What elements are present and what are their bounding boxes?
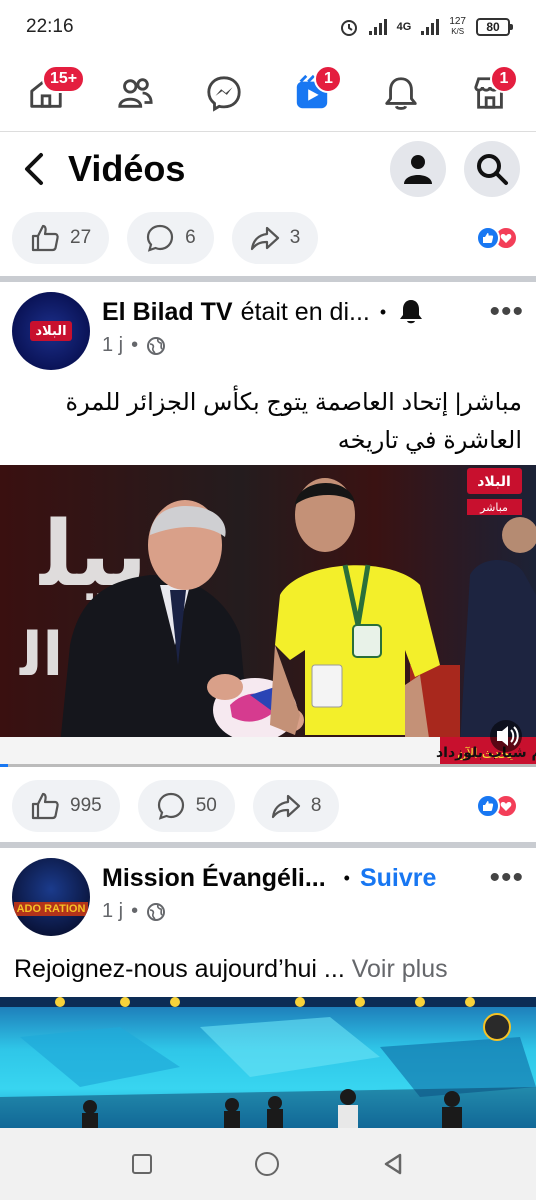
see-more-link[interactable]: Voir plus bbox=[352, 955, 448, 983]
messenger-icon bbox=[206, 75, 241, 112]
mission-avatar[interactable]: ADO RATION bbox=[12, 858, 90, 936]
separator-dot: • bbox=[131, 900, 139, 922]
friends-icon bbox=[118, 77, 153, 108]
globe-icon bbox=[147, 336, 166, 355]
like-reaction-icon bbox=[476, 226, 500, 250]
post-divider bbox=[0, 842, 536, 848]
post1-author[interactable]: El Bilad TV bbox=[102, 298, 233, 327]
post1-text-line2: العاشرة في تاريخه bbox=[337, 427, 522, 454]
separator-dot: • bbox=[343, 867, 350, 888]
bell-icon bbox=[385, 76, 417, 110]
network-type: 4G bbox=[396, 21, 412, 33]
like-count: 27 bbox=[70, 227, 92, 248]
post2-text: Rejoignez-nous aujourd’hui ... Voir plus bbox=[0, 950, 536, 988]
home-button[interactable] bbox=[254, 1152, 279, 1176]
status-bar: 22:16 4G 127 K/S 80 bbox=[0, 0, 536, 54]
recent-apps-button[interactable] bbox=[131, 1154, 152, 1174]
elbilad-avatar[interactable]: البلاد bbox=[12, 292, 90, 370]
post2-header: ADO RATION Mission Évangéli... • Suivre … bbox=[0, 858, 536, 936]
share-icon bbox=[271, 794, 300, 819]
post1-video[interactable]: ﺑﻴﻠ ﻊ ﺍﻟ البلاد مباشر يح bbox=[0, 465, 536, 767]
elbilad-logo: البلاد bbox=[30, 321, 72, 341]
post1-more-button[interactable]: ••• bbox=[489, 295, 524, 329]
search-button[interactable] bbox=[464, 141, 520, 197]
share-button[interactable]: 8 bbox=[252, 780, 340, 832]
comment-icon bbox=[147, 224, 174, 252]
like-button[interactable]: 995 bbox=[12, 780, 120, 832]
home-badge: 15+ bbox=[42, 64, 86, 93]
signal-icon bbox=[368, 19, 387, 35]
like-button[interactable]: 27 bbox=[12, 212, 110, 264]
page-title: Vidéos bbox=[68, 148, 186, 189]
post1-header: البلاد El Bilad TV était en di... • ••• … bbox=[0, 292, 536, 370]
top-navigation: 15+ 1 1 bbox=[0, 54, 536, 132]
back-button[interactable] bbox=[16, 147, 52, 191]
post2-video[interactable] bbox=[0, 997, 536, 1128]
comment-icon bbox=[157, 792, 184, 820]
nav-notifications[interactable] bbox=[379, 71, 423, 115]
reaction-summary[interactable] bbox=[476, 226, 518, 250]
post2-more-button[interactable]: ••• bbox=[489, 861, 524, 895]
post1-time: 1 j bbox=[102, 334, 124, 356]
share-button[interactable]: 3 bbox=[231, 212, 319, 264]
reaction-summary[interactable] bbox=[476, 794, 518, 818]
follow-button[interactable]: Suivre bbox=[360, 864, 436, 893]
nav-friends[interactable] bbox=[113, 71, 157, 115]
video-badge: 1 bbox=[314, 64, 343, 93]
post1-reaction-row: 995 50 8 bbox=[0, 778, 536, 834]
post2-author[interactable]: Mission Évangéli... bbox=[102, 864, 326, 893]
comment-button[interactable]: 50 bbox=[137, 780, 235, 832]
net-speed: 127 K/S bbox=[449, 16, 466, 37]
share-icon bbox=[250, 226, 279, 251]
status-icons: 4G 127 K/S 80 bbox=[339, 16, 513, 37]
thumbs-up-icon bbox=[31, 224, 59, 252]
share-count: 8 bbox=[310, 795, 322, 816]
like-reaction-icon bbox=[476, 794, 500, 818]
nav-marketplace[interactable]: 1 bbox=[468, 64, 518, 115]
bell-filled-icon[interactable] bbox=[398, 298, 424, 326]
search-icon bbox=[477, 154, 508, 185]
status-time: 22:16 bbox=[26, 16, 74, 37]
thumbs-up-icon bbox=[31, 792, 59, 820]
separator-dot: • bbox=[131, 334, 139, 356]
profile-button[interactable] bbox=[390, 141, 446, 197]
post2-text-body: Rejoignez-nous aujourd’hui ... bbox=[14, 955, 345, 983]
nav-video[interactable]: 1 bbox=[290, 64, 343, 115]
alarm-icon bbox=[340, 20, 357, 36]
video-channel-logo: البلاد bbox=[477, 474, 511, 490]
post1-action: était en di... bbox=[240, 297, 370, 326]
battery-icon: 80 bbox=[476, 18, 513, 36]
post-divider bbox=[0, 276, 536, 282]
globe-icon bbox=[147, 902, 166, 921]
post2-time: 1 j bbox=[102, 900, 124, 922]
post1-text: مباشر| إتحاد العاصمة يتوج بكأس الجزائر ل… bbox=[0, 384, 536, 460]
like-count: 995 bbox=[70, 795, 102, 816]
signal-icon-2 bbox=[421, 19, 440, 35]
mission-avatar-text: ADO RATION bbox=[13, 902, 89, 916]
video-ticker-text: تتويج اتحاد العاصمة جاء بعد فوزه في النه… bbox=[436, 743, 536, 761]
marketplace-badge: 1 bbox=[489, 64, 518, 93]
comment-count: 50 bbox=[195, 795, 217, 816]
post1-text-line1: مباشر| إتحاد العاصمة يتوج بكأس الجزائر ل… bbox=[65, 389, 522, 416]
separator-dot: • bbox=[379, 301, 387, 322]
chevron-left-icon bbox=[25, 153, 43, 185]
comment-count: 6 bbox=[185, 227, 196, 248]
nav-messenger[interactable] bbox=[202, 71, 246, 115]
nav-home[interactable]: 15+ bbox=[24, 64, 86, 115]
person-icon bbox=[404, 155, 432, 184]
video-live-label: مباشر bbox=[479, 501, 508, 514]
share-count: 3 bbox=[289, 227, 301, 248]
android-navigation-bar bbox=[0, 1128, 536, 1200]
back-triangle-icon[interactable] bbox=[382, 1152, 404, 1176]
post2-video-frame bbox=[0, 997, 536, 1128]
page-header: Vidéos bbox=[0, 136, 536, 202]
video-frame: ﺑﻴﻠ ﻊ ﺍﻟ البلاد مباشر يح bbox=[0, 468, 536, 767]
comment-button[interactable]: 6 bbox=[127, 212, 214, 264]
post0-reaction-row: 27 6 3 bbox=[0, 210, 536, 266]
volume-icon[interactable] bbox=[490, 720, 522, 752]
